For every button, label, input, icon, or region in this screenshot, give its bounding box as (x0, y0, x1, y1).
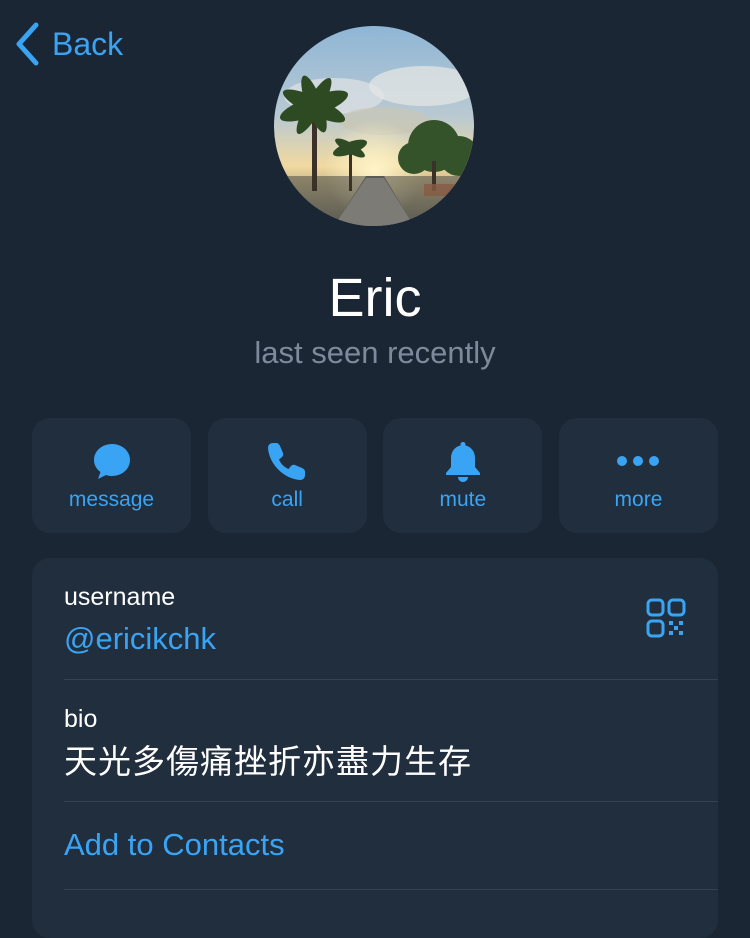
username-row[interactable]: username @ericikchk (64, 558, 718, 680)
more-button[interactable]: more (558, 418, 718, 533)
mute-button[interactable]: mute (383, 418, 543, 533)
back-label: Back (52, 26, 124, 62)
bell-icon (445, 442, 480, 482)
add-to-contacts-button[interactable]: Add to Contacts (64, 826, 285, 864)
username-label: username (64, 583, 176, 611)
qr-code-icon (646, 598, 686, 638)
last-seen-status: last seen recently (254, 335, 496, 370)
back-button[interactable]: Back (14, 22, 123, 66)
message-label: message (68, 488, 155, 511)
phone-icon (268, 443, 306, 480)
add-contact-row[interactable]: Add to Contacts (64, 802, 718, 890)
bio-text: 天光多傷痛挫折亦盡力生存 (64, 743, 472, 780)
profile-photo (274, 26, 474, 226)
mute-label: mute (439, 488, 487, 511)
call-label: call (271, 488, 303, 511)
action-bar: message call mute more (32, 418, 718, 533)
profile-name: Eric (328, 268, 422, 328)
bio-label: bio (64, 705, 98, 733)
bio-row: bio 天光多傷痛挫折亦盡力生存 (64, 680, 718, 802)
ellipsis-icon (617, 456, 660, 466)
chat-bubble-icon (93, 444, 130, 479)
more-label: more (614, 488, 663, 511)
chevron-left-icon (16, 22, 39, 66)
call-button[interactable]: call (207, 418, 367, 533)
username-value[interactable]: @ericikchk (64, 620, 216, 658)
message-button[interactable]: message (32, 418, 191, 533)
info-card: username @ericikchk bio 天光多傷痛挫折亦盡力生存 Add… (32, 558, 718, 938)
avatar[interactable] (274, 26, 474, 226)
qr-code-button[interactable] (646, 598, 686, 638)
